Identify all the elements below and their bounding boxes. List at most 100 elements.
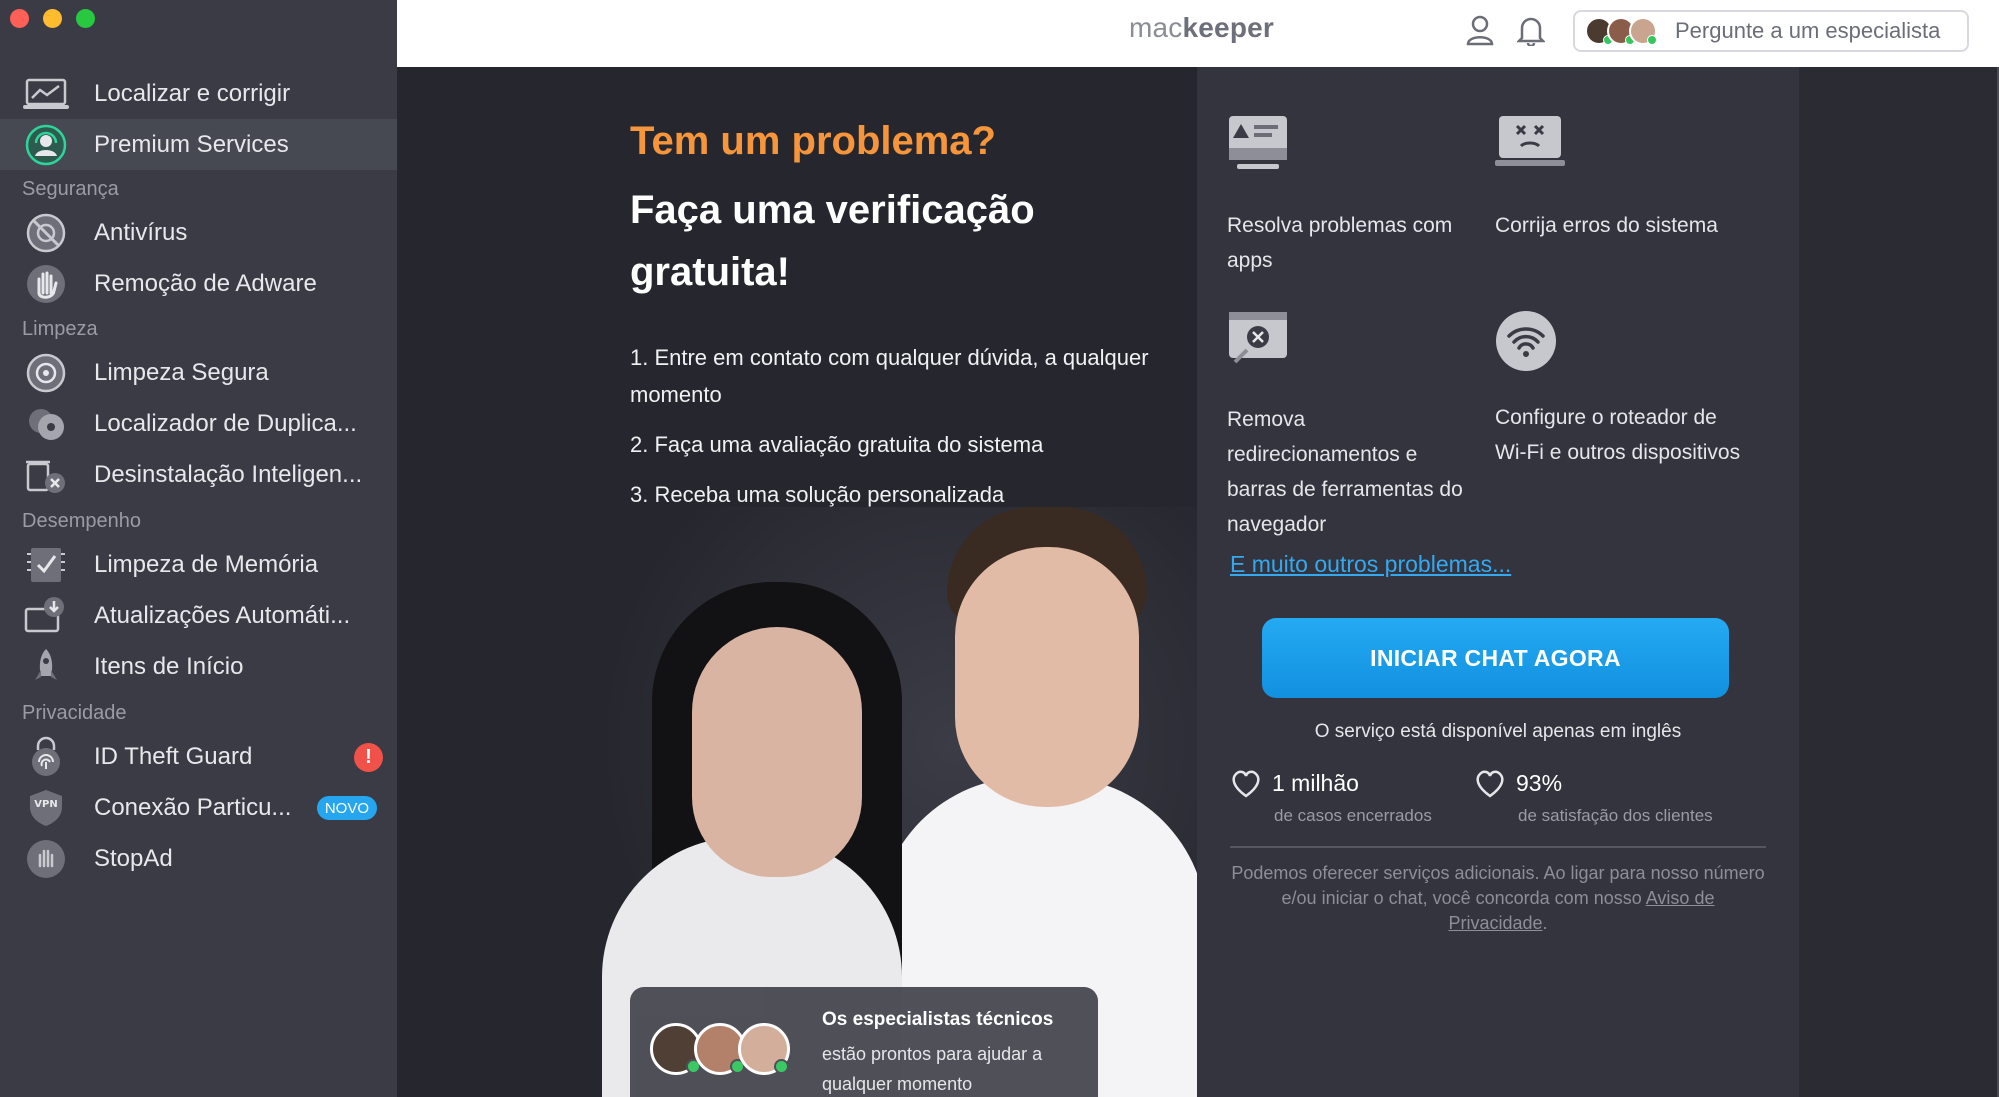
sidebar-item-memory-cleaner[interactable]: Limpeza de Memória	[0, 539, 397, 590]
step-item: 2. Faça uma avaliação gratuita do sistem…	[630, 432, 1044, 457]
system-error-icon	[1495, 114, 1565, 184]
services-panel: Resolva problemas com apps Corrija erros…	[1197, 67, 1799, 1097]
browser-close-icon	[1227, 310, 1297, 380]
mackeeper-logo: mackeeper	[1129, 12, 1274, 44]
memory-check-icon	[22, 541, 70, 589]
sidebar-item-label: Itens de Início	[94, 652, 244, 680]
steps-list: 1. Entre em contato com qualquer dúvida,…	[630, 339, 1150, 526]
sidebar-item-antivirus[interactable]: Antivírus	[0, 207, 397, 258]
main-content: Tem um problema? Faça uma verificação gr…	[397, 67, 1999, 1097]
user-account-icon[interactable]	[1465, 14, 1495, 51]
new-badge: NOVO	[316, 796, 377, 820]
sidebar-section-privacy: Privacidade	[22, 702, 127, 724]
expert-avatars	[1585, 17, 1657, 45]
feature-label: Resolva problemas com apps	[1227, 214, 1453, 272]
hero-title-orange: Tem um problema?	[630, 119, 996, 163]
sidebar-item-label: Premium Services	[94, 130, 289, 158]
stat-cases-closed: 1 milhão de casos encerrados	[1230, 770, 1432, 825]
sidebar-item-auto-updates[interactable]: Atualizações Automáti...	[0, 590, 397, 641]
stat-satisfaction: 93% de satisfação dos clientes	[1474, 770, 1713, 825]
sidebar-item-stopad[interactable]: StopAd	[0, 833, 397, 884]
rocket-icon	[22, 643, 70, 691]
sidebar-section-security: Segurança	[22, 178, 119, 200]
experts-ready-card: Os especialistas técnicos estão prontos …	[630, 987, 1098, 1097]
availability-note: O serviço está disponível apenas em ingl…	[1314, 721, 1682, 742]
sidebar-item-login-items[interactable]: Itens de Início	[0, 641, 397, 692]
feature-system-errors: Corrija erros do sistema	[1495, 114, 1745, 243]
top-bar: mackeeper Pergunte a um especialista	[397, 0, 1999, 67]
sidebar-item-private-connect[interactable]: VPN Conexão Particu... NOVO	[0, 782, 397, 833]
sidebar-item-id-theft-guard[interactable]: ID Theft Guard !	[0, 731, 397, 782]
sidebar-item-adware-removal[interactable]: Remoção de Adware	[0, 258, 397, 309]
safe-cleanup-icon	[22, 349, 70, 397]
card-title: Os especialistas técnicos	[822, 1009, 1054, 1030]
alert-badge: !	[354, 743, 383, 772]
maximize-window-button[interactable]	[76, 9, 95, 28]
window-controls	[10, 9, 95, 28]
svg-text:VPN: VPN	[34, 799, 57, 810]
woman-face	[692, 627, 862, 877]
sidebar-item-label: ID Theft Guard	[94, 742, 253, 770]
heart-icon	[1474, 770, 1506, 803]
antivirus-icon	[22, 209, 70, 257]
hero-title-white: Faça uma verificação gratuita!	[630, 188, 1035, 294]
experts-photo: Os especialistas técnicos estão prontos …	[597, 507, 1197, 1097]
logo-text-bold: keeper	[1182, 12, 1274, 43]
stat-value: 1 milhão	[1272, 770, 1359, 796]
heart-icon	[1230, 770, 1262, 803]
duplicates-icon	[22, 400, 70, 448]
sidebar: Localizar e corrigir Premium Services Se…	[0, 0, 397, 1097]
sidebar-item-smart-uninstaller[interactable]: Desinstalação Inteligen...	[0, 449, 397, 500]
sidebar-item-label: Limpeza de Memória	[94, 550, 319, 578]
close-window-button[interactable]	[10, 9, 29, 28]
more-problems-link[interactable]: E muito outros problemas...	[1230, 551, 1511, 578]
sidebar-item-label: Remoção de Adware	[94, 269, 317, 297]
fingerprint-lock-icon	[22, 733, 70, 781]
card-text: estão prontos para ajudar a qualquer mom…	[822, 1044, 1043, 1094]
minimize-window-button[interactable]	[43, 9, 62, 28]
sidebar-item-find-and-fix[interactable]: Localizar e corrigir	[0, 68, 397, 119]
avatar	[1629, 17, 1657, 45]
sidebar-item-label: Atualizações Automáti...	[94, 601, 351, 629]
sidebar-item-label: Localizador de Duplica...	[94, 409, 357, 437]
wifi-icon	[1495, 310, 1565, 380]
sidebar-item-label: StopAd	[94, 844, 173, 872]
stat-caption: de satisfação dos clientes	[1518, 806, 1713, 825]
hand-stop-icon	[22, 260, 70, 308]
disclaimer-end: .	[1542, 913, 1548, 933]
feature-label: Corrija erros do sistema	[1495, 214, 1718, 237]
start-chat-button[interactable]: INICIAR CHAT AGORA	[1262, 618, 1729, 698]
feature-wifi-setup: Configure o roteador de Wi-Fi e outros d…	[1495, 310, 1745, 470]
logo-text-light: mac	[1129, 12, 1183, 43]
sidebar-item-safe-cleanup[interactable]: Limpeza Segura	[0, 347, 397, 398]
hero-section: Tem um problema? Faça uma verificação gr…	[397, 67, 1197, 1097]
sidebar-item-label: Desinstalação Inteligen...	[94, 460, 363, 488]
sidebar-item-label: Limpeza Segura	[94, 358, 269, 386]
sidebar-item-duplicates-finder[interactable]: Localizador de Duplica...	[0, 398, 397, 449]
stat-value: 93%	[1516, 770, 1563, 796]
man-face	[955, 547, 1139, 807]
sidebar-section-cleaning: Limpeza	[22, 318, 98, 340]
stat-caption: de casos encerrados	[1274, 806, 1432, 825]
sidebar-item-label: Localizar e corrigir	[94, 79, 291, 107]
sidebar-item-label: Conexão Particu...	[94, 793, 292, 821]
vpn-shield-icon: VPN	[22, 784, 70, 832]
sidebar-section-performance: Desempenho	[22, 510, 141, 532]
expert-avatars	[650, 1023, 790, 1075]
ask-expert-label: Pergunte a um especialista	[1675, 18, 1941, 43]
sidebar-item-premium-services[interactable]: Premium Services	[0, 119, 397, 170]
app-warning-icon	[1227, 114, 1297, 184]
feature-label: Configure o roteador de Wi-Fi e outros d…	[1495, 406, 1741, 464]
laptop-chart-icon	[22, 70, 70, 118]
headset-agent-icon	[22, 121, 70, 169]
update-download-icon	[22, 592, 70, 640]
feature-app-problems: Resolva problemas com apps	[1227, 114, 1477, 278]
feature-label: Remova redirecionamentos e barras de fer…	[1227, 408, 1463, 536]
ask-expert-button[interactable]: Pergunte a um especialista	[1573, 10, 1969, 52]
stopad-hand-icon	[22, 835, 70, 883]
uninstaller-icon	[22, 451, 70, 499]
sidebar-item-label: Antivírus	[94, 218, 188, 246]
notifications-bell-icon[interactable]	[1515, 14, 1547, 51]
privacy-disclaimer: Podemos oferecer serviços adicionais. Ao…	[1230, 861, 1766, 936]
feature-browser-cleanup: Remova redirecionamentos e barras de fer…	[1227, 310, 1477, 542]
